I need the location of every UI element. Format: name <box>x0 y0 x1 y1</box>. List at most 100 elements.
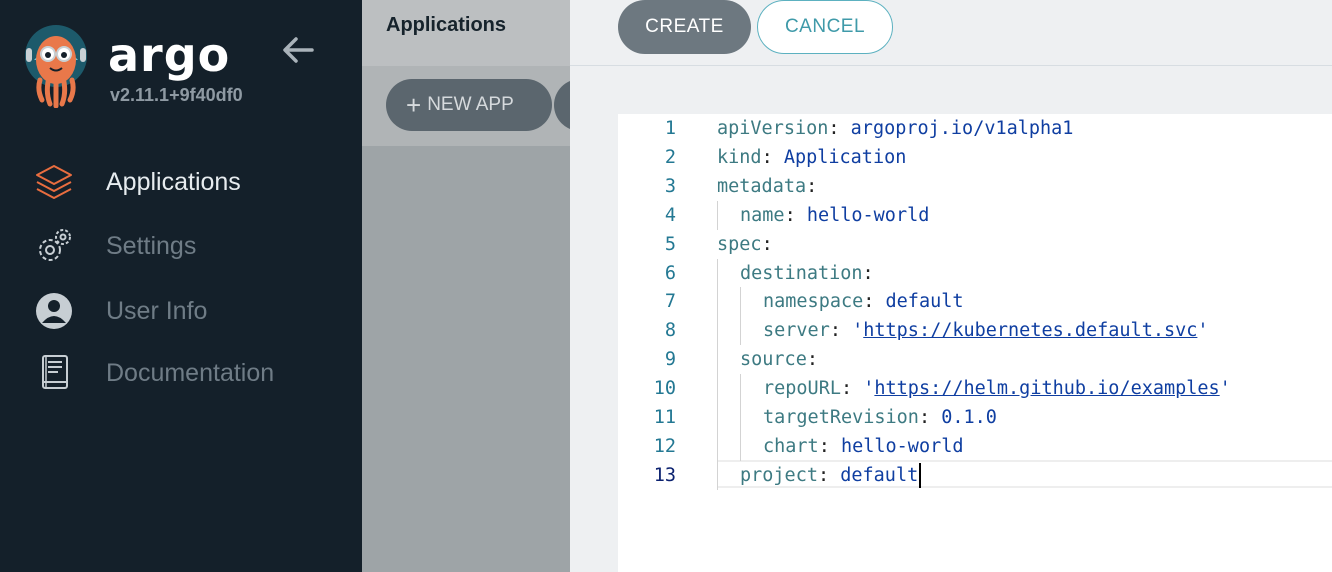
yaml-key: metadata <box>717 175 807 197</box>
brand-name: argo <box>108 28 231 82</box>
indent-guide <box>717 403 718 432</box>
code-line[interactable]: 10 repoURL: 'https://helm.github.io/examp… <box>618 374 1332 403</box>
yaml-colon: : <box>862 262 874 284</box>
yaml-key: targetRevision <box>763 407 919 428</box>
sidebar-item-label: Documentation <box>106 358 275 387</box>
quote: ' <box>863 378 875 400</box>
yaml-colon: : <box>806 349 818 371</box>
quote: ' <box>1219 378 1231 400</box>
yaml-link-value[interactable]: https://helm.github.io/examples <box>874 378 1219 399</box>
indent-guide <box>717 200 718 230</box>
code-line[interactable]: 9 source: <box>618 345 1332 374</box>
yaml-colon: : <box>863 291 875 313</box>
indent-guide <box>740 403 741 432</box>
code-line[interactable]: 12 chart: hello-world <box>618 432 1332 461</box>
yaml-key: namespace <box>763 291 864 313</box>
layers-icon <box>34 162 74 202</box>
code-line[interactable]: 1 apiVersion: argoproj.io/v1alpha1 <box>618 114 1332 143</box>
indent-guide <box>717 431 718 461</box>
code-text: chart: hello-world <box>763 432 964 461</box>
yaml-colon: : <box>817 464 830 486</box>
yaml-colon: : <box>840 378 853 400</box>
yaml-value: hello-world <box>840 435 964 457</box>
yaml-value: default <box>840 464 919 486</box>
code-text: repoURL: 'https://helm.github.io/example… <box>763 374 1231 403</box>
yaml-editor[interactable]: 1 apiVersion: argoproj.io/v1alpha1 2 kind: … <box>618 114 1332 572</box>
user-circle-icon <box>34 291 74 331</box>
sidebar: argo v2.11.1+9f40df0 Applications Settin… <box>0 0 362 572</box>
code-text: name: hello-world <box>740 201 929 230</box>
line-number: 8 <box>664 320 676 342</box>
indent-guide <box>740 316 741 346</box>
code-text: kind: Application <box>717 143 906 172</box>
yaml-key: repoURL <box>763 378 841 400</box>
yaml-key: name <box>740 204 785 226</box>
quote: ' <box>1197 320 1209 342</box>
code-text: targetRevision: 0.1.0 <box>763 403 997 432</box>
code-line[interactable]: 11 targetRevision: 0.1.0 <box>618 403 1332 432</box>
create-button[interactable]: CREATE <box>618 0 751 54</box>
panel-header: CREATE CANCEL <box>570 0 1332 66</box>
yaml-colon: : <box>918 407 931 428</box>
code-line[interactable]: 3 metadata: <box>618 172 1332 201</box>
yaml-colon: : <box>818 435 830 457</box>
main-content-overlay[interactable]: Applications + NEW APP <box>362 0 570 572</box>
code-line[interactable]: 13 project: default <box>618 461 1332 490</box>
indent-guide <box>717 316 718 346</box>
indent-guide <box>717 460 718 490</box>
indent-guide <box>717 374 718 403</box>
sidebar-item-label: Applications <box>106 167 241 196</box>
argo-logo-icon <box>24 24 88 109</box>
code-text: spec: <box>717 230 773 259</box>
yaml-value: 0.1.0 <box>941 407 997 428</box>
code-text: destination: <box>740 259 874 288</box>
sync-apps-button[interactable] <box>554 79 570 131</box>
code-line[interactable]: 2 kind: Application <box>618 143 1332 172</box>
yaml-value: Application <box>783 146 907 168</box>
yaml-colon: : <box>829 320 841 342</box>
code-line[interactable]: 5 spec: <box>618 230 1332 259</box>
yaml-link-value[interactable]: https://kubernetes.default.svc <box>863 320 1197 341</box>
line-number: 12 <box>653 435 676 457</box>
sidebar-item-documentation[interactable]: Documentation <box>34 351 334 395</box>
code-text: apiVersion: argoproj.io/v1alpha1 <box>717 114 1073 143</box>
plus-icon: + <box>406 90 422 120</box>
yaml-colon: : <box>761 146 773 168</box>
yaml-colon: : <box>806 175 818 197</box>
yaml-key: server <box>763 320 830 342</box>
yaml-value: hello-world <box>806 204 930 226</box>
line-number: 5 <box>664 233 676 255</box>
line-number: 4 <box>664 204 676 226</box>
line-number: 2 <box>664 146 676 168</box>
yaml-key: kind <box>717 146 762 168</box>
sidebar-item-label: Settings <box>106 231 197 260</box>
code-line[interactable]: 7 namespace: default <box>618 287 1332 316</box>
yaml-colon: : <box>761 233 773 255</box>
page-header: Applications <box>362 0 570 66</box>
line-number: 9 <box>664 349 676 371</box>
new-app-button[interactable]: + NEW APP <box>386 79 552 131</box>
sidebar-item-applications[interactable]: Applications <box>34 160 334 204</box>
sidebar-item-settings[interactable]: Settings <box>34 224 334 268</box>
indent-guide <box>717 287 718 317</box>
code-text: namespace: default <box>763 287 964 316</box>
yaml-key: chart <box>763 435 819 457</box>
line-number: 7 <box>664 291 676 313</box>
yaml-value: default <box>885 291 964 313</box>
code-line[interactable]: 8 server: 'https://kubernetes.default.svc… <box>618 316 1332 345</box>
version-label: v2.11.1+9f40df0 <box>110 85 243 105</box>
code-line[interactable]: 6 destination: <box>618 259 1332 288</box>
book-icon <box>34 353 74 393</box>
yaml-key: source <box>740 349 807 371</box>
text-cursor <box>919 462 921 488</box>
sidebar-item-user-info[interactable]: User Info <box>34 289 334 333</box>
code-text: server: 'https://kubernetes.default.svc' <box>763 316 1209 345</box>
create-app-panel: CREATE CANCEL 1 apiVersion: argoproj.io/v… <box>570 0 1332 572</box>
code-text: project: default <box>740 461 918 490</box>
cancel-button[interactable]: CANCEL <box>757 0 893 54</box>
yaml-key: destination <box>740 262 863 284</box>
collapse-sidebar-button[interactable] <box>280 34 316 66</box>
code-line[interactable]: 4 name: hello-world <box>618 201 1332 230</box>
line-number: 3 <box>664 175 676 197</box>
new-app-label: NEW APP <box>427 94 514 115</box>
